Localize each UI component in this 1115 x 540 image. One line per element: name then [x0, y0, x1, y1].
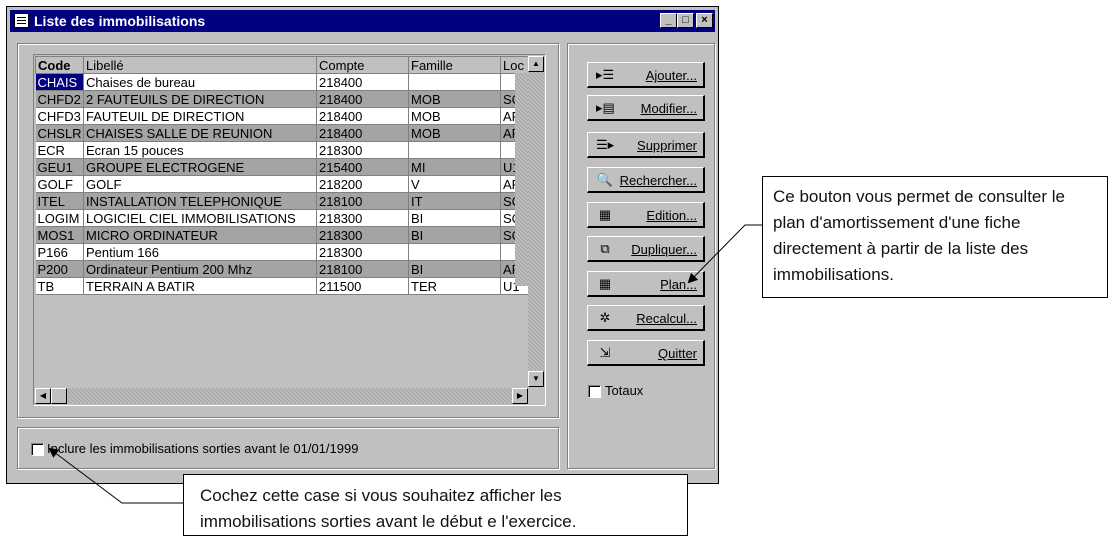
include-callout: Cochez cette case si vous souhaitez affi… [183, 474, 688, 536]
include-callout-arrow [48, 447, 183, 504]
plan-callout: Ce bouton vous permet de consulter le pl… [762, 176, 1108, 298]
plan-callout-arrow [687, 224, 762, 284]
